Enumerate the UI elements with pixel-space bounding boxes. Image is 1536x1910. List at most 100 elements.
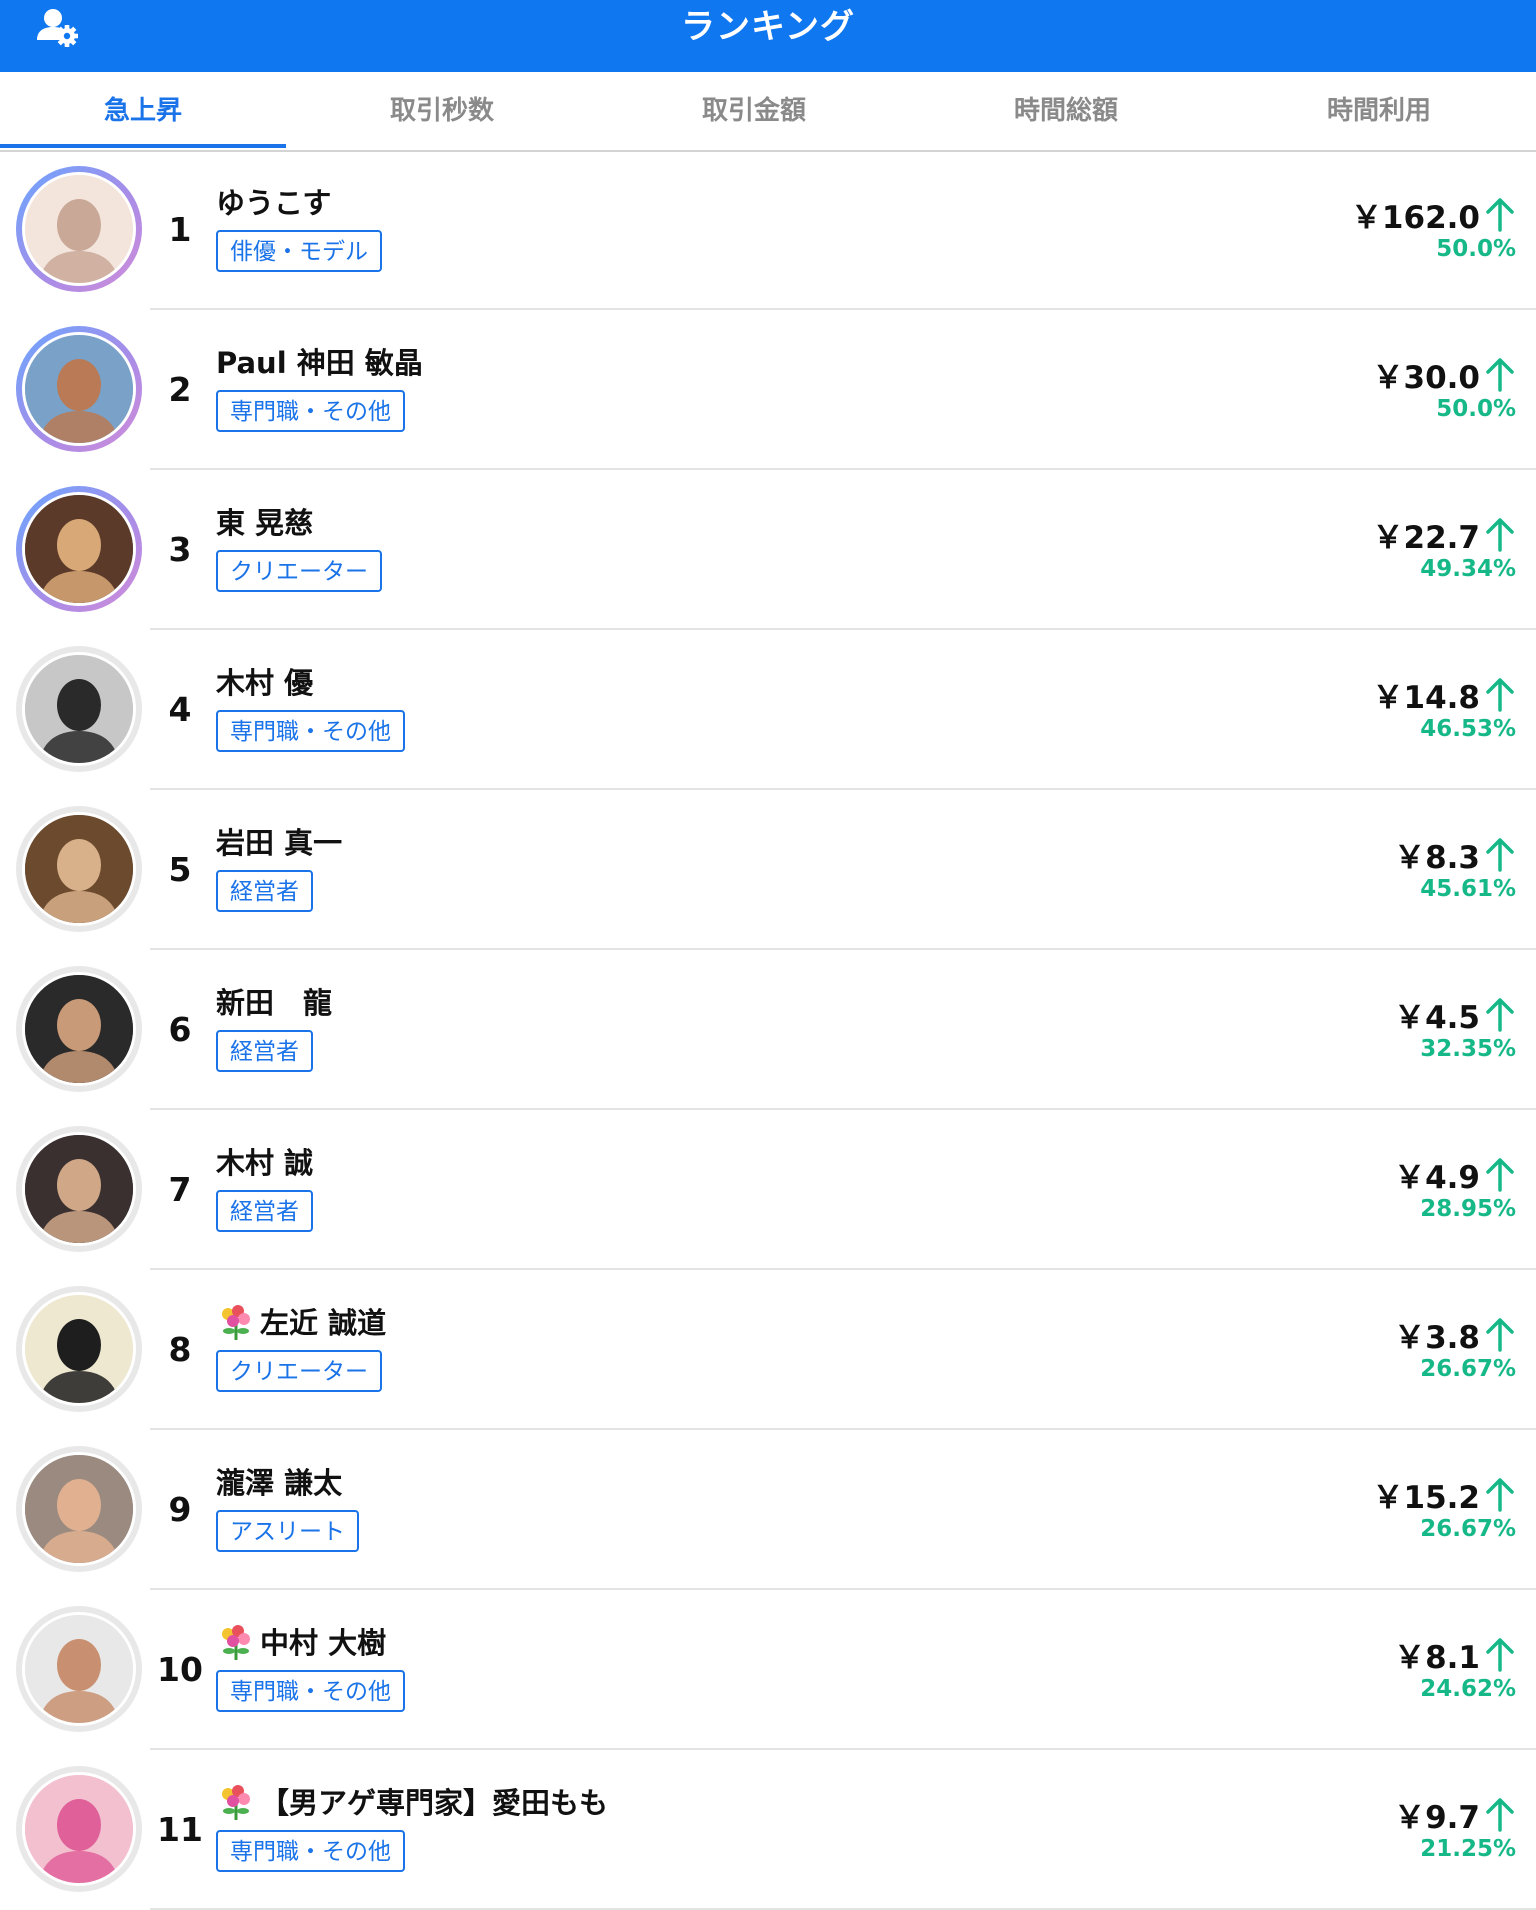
user-name-text: 岩田 真一 — [216, 826, 343, 860]
user-name-text: ゆうこす — [216, 186, 332, 220]
rank-number: 2 — [168, 370, 192, 409]
ranking-row[interactable]: 1 ゆうこす 俳優・モデル ￥162.0 50.0% — [0, 150, 1536, 310]
user-name: 新田 龍 — [216, 984, 332, 1022]
rank-number: 1 — [168, 210, 192, 249]
user-name: 木村 優 — [216, 664, 313, 702]
arrow-up-icon — [1486, 358, 1514, 392]
change-percent: 49.34% — [1420, 556, 1516, 582]
flower-icon — [216, 1304, 256, 1342]
category-tag: 経営者 — [216, 870, 313, 912]
ranking-list: 1 ゆうこす 俳優・モデル ￥162.0 50.0% 2 Paul 神田 敏晶 … — [0, 150, 1536, 1910]
ranking-row[interactable]: 10 中村 大樹 専門職・その他 ￥8.1 24.62% — [0, 1590, 1536, 1750]
category-tag: クリエーター — [216, 550, 382, 592]
user-name: ゆうこす — [216, 184, 331, 222]
arrow-up-icon — [1486, 678, 1514, 712]
ranking-row[interactable]: 3 東 晃慈 クリエーター ￥22.7 49.34% — [0, 470, 1536, 630]
avatar-image — [25, 1135, 133, 1243]
avatar[interactable] — [16, 1446, 142, 1572]
change-percent: 26.67% — [1420, 1356, 1516, 1382]
tab-trade-seconds[interactable]: 取引秒数 — [286, 72, 598, 150]
ranking-row[interactable]: 7 木村 誠 経営者 ￥4.9 28.95% — [0, 1110, 1536, 1270]
avatar-image — [25, 175, 133, 283]
price: ￥3.8 — [1394, 1320, 1480, 1356]
tab-time-total[interactable]: 時間総額 — [910, 72, 1222, 150]
avatar[interactable] — [16, 1606, 142, 1732]
avatar[interactable] — [16, 966, 142, 1092]
category-tag: アスリート — [216, 1510, 359, 1552]
price: ￥15.2 — [1372, 1480, 1481, 1516]
avatar-image — [25, 335, 133, 443]
arrow-up-icon — [1486, 1478, 1514, 1512]
user-name: 左近 誠道 — [216, 1304, 386, 1342]
ranking-row[interactable]: 4 木村 優 専門職・その他 ￥14.8 46.53% — [0, 630, 1536, 790]
price: ￥162.0 — [1350, 200, 1480, 236]
rank-number: 3 — [168, 530, 192, 569]
price: ￥4.5 — [1394, 1000, 1480, 1036]
avatar[interactable] — [16, 166, 142, 292]
rank-number: 10 — [157, 1650, 203, 1689]
price: ￥14.8 — [1372, 680, 1481, 716]
avatar[interactable] — [16, 1766, 142, 1892]
avatar[interactable] — [16, 486, 142, 612]
change-percent: 50.0% — [1436, 236, 1516, 262]
ranking-row[interactable]: 5 岩田 真一 経営者 ￥8.3 45.61% — [0, 790, 1536, 950]
app-header: ランキング — [0, 0, 1536, 72]
arrow-up-icon — [1486, 1638, 1514, 1672]
ranking-row[interactable]: 11 【男アゲ専門家】愛田もも 専門職・その他 ￥9.7 21.25% — [0, 1750, 1536, 1910]
user-name: 木村 誠 — [216, 1144, 313, 1182]
rank-number: 6 — [168, 1010, 192, 1049]
rank-number: 11 — [157, 1810, 203, 1849]
user-name-text: 中村 大樹 — [260, 1626, 387, 1660]
price: ￥9.7 — [1394, 1800, 1480, 1836]
avatar[interactable] — [16, 1286, 142, 1412]
user-name-text: Paul 神田 敏晶 — [216, 346, 423, 380]
arrow-up-icon — [1486, 1318, 1514, 1352]
tab-trade-amount[interactable]: 取引金額 — [598, 72, 910, 150]
avatar[interactable] — [16, 326, 142, 452]
avatar-image — [25, 1295, 133, 1403]
ranking-row[interactable]: 6 新田 龍 経営者 ￥4.5 32.35% — [0, 950, 1536, 1110]
price: ￥4.9 — [1394, 1160, 1480, 1196]
rank-number: 9 — [168, 1490, 192, 1529]
avatar[interactable] — [16, 1126, 142, 1252]
price: ￥30.0 — [1372, 360, 1481, 396]
tab-time-usage[interactable]: 時間利用 — [1222, 72, 1536, 150]
user-name: 岩田 真一 — [216, 824, 342, 862]
category-tag: 専門職・その他 — [216, 390, 405, 432]
arrow-up-icon — [1486, 1158, 1514, 1192]
avatar[interactable] — [16, 646, 142, 772]
change-percent: 50.0% — [1436, 396, 1516, 422]
rank-number: 5 — [168, 850, 192, 889]
avatar[interactable] — [16, 806, 142, 932]
avatar-image — [25, 1775, 133, 1883]
change-percent: 28.95% — [1420, 1196, 1516, 1222]
rank-number: 7 — [168, 1170, 192, 1209]
user-name-text: 【男アゲ専門家】愛田もも — [260, 1786, 609, 1820]
active-tab-indicator — [0, 144, 286, 148]
user-name-text: 瀧澤 謙太 — [216, 1466, 343, 1500]
category-tag: 専門職・その他 — [216, 1830, 405, 1872]
tab-trending[interactable]: 急上昇 — [0, 72, 286, 150]
ranking-row[interactable]: 8 左近 誠道 クリエーター ￥3.8 26.67% — [0, 1270, 1536, 1430]
rank-number: 4 — [168, 690, 192, 729]
arrow-up-icon — [1486, 1798, 1514, 1832]
user-name-text: 木村 優 — [216, 666, 314, 700]
change-percent: 21.25% — [1420, 1836, 1516, 1862]
flower-icon — [216, 1784, 256, 1822]
category-tag: 専門職・その他 — [216, 1670, 405, 1712]
change-percent: 46.53% — [1420, 716, 1516, 742]
tab-bar: 急上昇 取引秒数 取引金額 時間総額 時間利用 — [0, 72, 1536, 152]
user-name-text: 木村 誠 — [216, 1146, 314, 1180]
avatar-image — [25, 495, 133, 603]
change-percent: 45.61% — [1420, 876, 1516, 902]
ranking-row[interactable]: 2 Paul 神田 敏晶 専門職・その他 ￥30.0 50.0% — [0, 310, 1536, 470]
change-percent: 26.67% — [1420, 1516, 1516, 1542]
category-tag: 経営者 — [216, 1190, 313, 1232]
category-tag: 経営者 — [216, 1030, 313, 1072]
arrow-up-icon — [1486, 838, 1514, 872]
ranking-row[interactable]: 9 瀧澤 謙太 アスリート ￥15.2 26.67% — [0, 1430, 1536, 1590]
avatar-image — [25, 1455, 133, 1563]
rank-number: 8 — [168, 1330, 192, 1369]
user-name: 中村 大樹 — [216, 1624, 386, 1662]
arrow-up-icon — [1486, 198, 1514, 232]
